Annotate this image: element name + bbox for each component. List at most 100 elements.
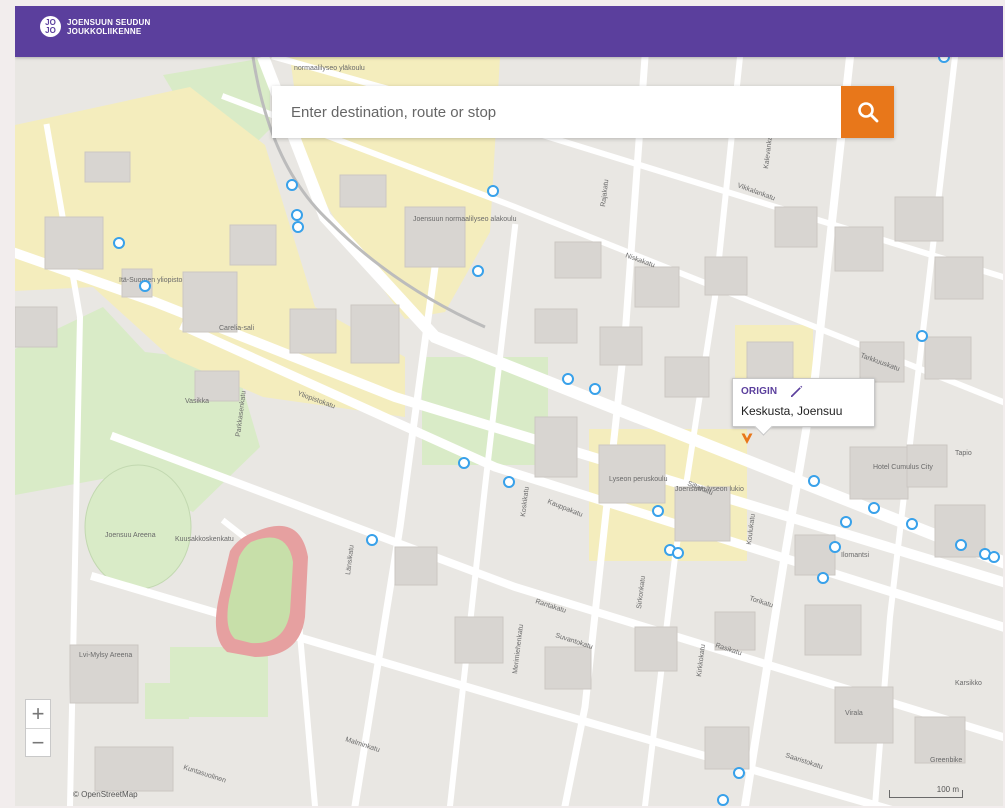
building [704,726,750,770]
map-label-vasikka: Vasikka [185,398,209,405]
map-label-joensuu-areena: Joensuu Areena [105,532,156,539]
transit-stop[interactable] [113,237,125,249]
building [544,646,592,690]
small-park [145,683,189,719]
building [534,416,578,478]
building [534,308,578,344]
transit-stop[interactable] [906,518,918,530]
building [394,546,438,586]
transit-stop[interactable] [938,57,950,63]
search-input[interactable] [272,86,841,138]
map-label-tapio: Tapio [955,450,972,457]
transit-stop[interactable] [652,505,664,517]
joensuu-areena-field [84,464,192,590]
zoom-out-button[interactable]: − [26,728,50,756]
transit-stop[interactable] [672,547,684,559]
logo-mark: JO JO [40,16,61,37]
transit-stop[interactable] [291,209,303,221]
building [229,224,277,266]
map-label-virala: Virala [845,710,863,717]
top-navigation-bar: JO JO JOENSUUN SEUDUN JOUKKOLIIKENNE [15,6,1003,57]
origin-popup[interactable]: ORIGIN Keskusta, Joensuu [732,378,875,427]
scale-bar [889,790,963,798]
building [834,686,894,744]
building [289,308,337,354]
transit-stop[interactable] [717,794,729,806]
map-label-ilomantsi: Ilomantsi [841,552,869,559]
map-label-greenbike: Greenbike [930,757,962,764]
transit-stop[interactable] [472,265,484,277]
building [84,151,131,183]
building [94,746,174,792]
building [894,196,944,242]
transit-stop[interactable] [840,516,852,528]
building [664,356,710,398]
pencil-icon[interactable] [789,384,804,399]
map-label-kuusakkoskenkatu: Kuusakkoskenkatu [175,536,234,543]
building [634,626,678,672]
map-label-lyseon-peruskoulu: Lyseon peruskoulu [609,476,668,483]
building [849,446,909,500]
building [194,370,240,402]
transit-stop[interactable] [916,330,928,342]
building [350,304,400,364]
building [554,241,602,279]
building [598,444,666,504]
transit-stop[interactable] [366,534,378,546]
transit-stop[interactable] [503,476,515,488]
building [924,336,972,380]
building [834,226,884,272]
search-icon [857,102,878,123]
transit-stop[interactable] [286,179,298,191]
map-label-lvi-mylsy-areena: Lvi-Mylsy Areena [79,652,132,659]
map-label-karsikko: Karsikko [955,680,982,687]
transit-stop[interactable] [139,280,151,292]
transit-stop[interactable] [988,551,1000,563]
building [15,306,58,348]
map-attribution[interactable]: © OpenStreetMap [73,790,138,799]
transit-stop[interactable] [868,502,880,514]
journey-planner-app: JO JO JOENSUUN SEUDUN JOUKKOLIIKENNE nor… [15,6,1003,806]
origin-marker-icon[interactable] [740,427,754,445]
map-label-normaalilyseo-ylakoulu: normaalilyseo yläkoulu [294,65,365,72]
building [182,271,238,333]
building [794,534,836,576]
map-label-ita-suomen-yliopisto: Itä-Suomen yliopisto [119,277,183,284]
transit-stop[interactable] [562,373,574,385]
origin-title: ORIGIN [741,386,778,397]
building [454,616,504,664]
building [934,256,984,300]
building [674,486,731,542]
building [44,216,104,270]
map-label-normaalilyseo-alakoulu: Joensuun normaalilyseo alakoulu [413,216,517,223]
joensuu-transit-logo[interactable]: JO JO JOENSUUN SEUDUN JOUKKOLIIKENNE [40,16,150,37]
transit-stop[interactable] [292,221,304,233]
transit-stop[interactable] [808,475,820,487]
logo-text: JOENSUUN SEUDUN JOUKKOLIIKENNE [67,18,150,36]
map-scale: 100 m [889,785,963,798]
zoom-control: + − [25,699,51,757]
map-canvas[interactable]: normaalilyseo yläkoulu Itä-Suomen yliopi… [15,57,1003,806]
building [599,326,643,366]
transit-stop[interactable] [487,185,499,197]
building [774,206,818,248]
map-label-carelia-sali: Carelia-sali [219,325,254,332]
transit-stop[interactable] [817,572,829,584]
origin-place: Keskusta, Joensuu [741,404,843,418]
map-label-hotel-cumulus-city: Hotel Cumulus City [873,464,933,471]
transit-stop[interactable] [589,383,601,395]
logo-line-2: JOUKKOLIIKENNE [67,26,142,36]
building [804,604,862,656]
transit-stop[interactable] [829,541,841,553]
search-box [272,86,894,138]
building [634,266,680,308]
logo-line-1: JOENSUUN SEUDUN [67,17,151,27]
map-svg[interactable]: normaalilyseo yläkoulu Itä-Suomen yliopi… [15,57,1003,806]
building [704,256,748,296]
transit-stop[interactable] [733,767,745,779]
transit-stop[interactable] [955,539,967,551]
building [339,174,387,208]
zoom-in-button[interactable]: + [26,700,50,728]
transit-stop[interactable] [458,457,470,469]
search-button[interactable] [841,86,894,138]
